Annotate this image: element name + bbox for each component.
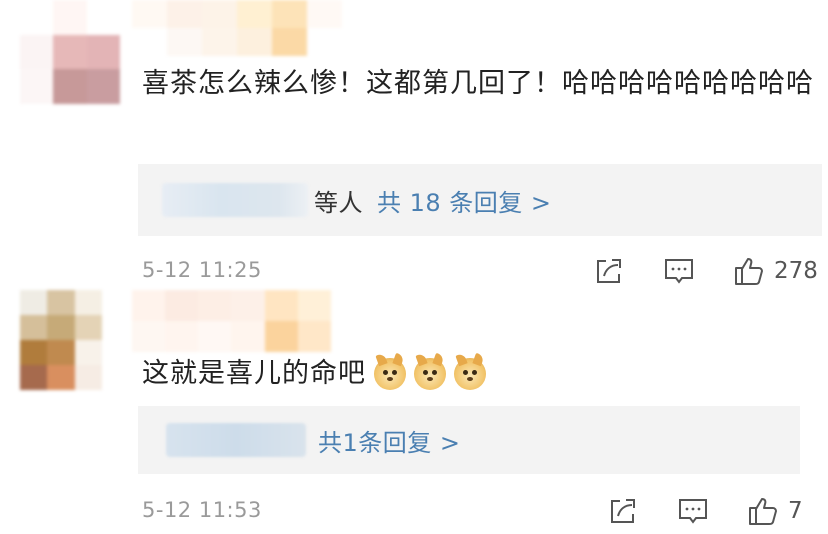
like-count: 278 — [774, 258, 818, 284]
share-icon[interactable] — [606, 494, 640, 528]
comment-actions: 7 — [606, 490, 803, 532]
comment-text: 喜茶怎么辣么惨！这都第几回了！哈哈哈哈哈哈哈哈哈 — [142, 68, 814, 99]
doge-emoji — [414, 357, 446, 390]
doge-emoji — [454, 357, 486, 390]
avatar[interactable] — [20, 0, 120, 104]
username[interactable] — [132, 290, 364, 352]
timestamp: 5-12 11:25 — [142, 258, 262, 282]
reply-suffix: 等人 — [314, 188, 363, 217]
comment-text-row: 这就是喜儿的命吧 — [142, 353, 822, 394]
reply-summary[interactable]: 共1条回复 > — [138, 406, 800, 474]
like-icon[interactable] — [732, 254, 766, 288]
comment-icon[interactable] — [662, 254, 696, 288]
comment-actions: 278 — [592, 250, 818, 292]
username[interactable] — [132, 0, 342, 56]
like-count: 7 — [788, 498, 803, 524]
comment-text: 这就是喜儿的命吧 — [142, 358, 366, 389]
avatar[interactable] — [20, 290, 102, 390]
share-icon[interactable] — [592, 254, 626, 288]
reply-username — [166, 423, 306, 457]
like-icon[interactable] — [746, 494, 780, 528]
reply-username — [162, 183, 308, 217]
doge-emoji — [374, 357, 406, 390]
view-replies-link[interactable]: 共 18 条回复 > — [377, 183, 552, 218]
comment-icon[interactable] — [676, 494, 710, 528]
timestamp: 5-12 11:53 — [142, 498, 262, 522]
reply-summary[interactable]: 等人 共 18 条回复 > — [138, 164, 822, 236]
view-replies-link[interactable]: 共1条回复 > — [318, 423, 461, 458]
